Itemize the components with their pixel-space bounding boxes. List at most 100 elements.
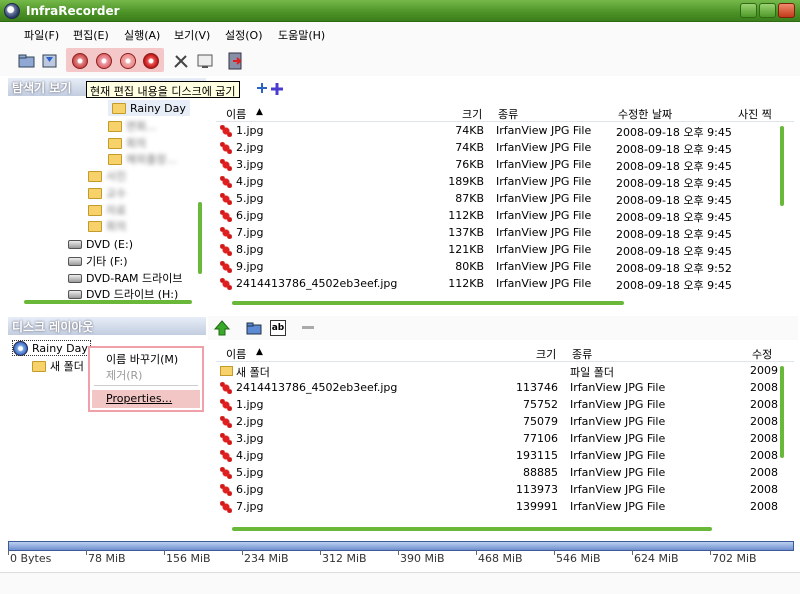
file-type: IrfanView JPG File (570, 449, 666, 462)
layout-list-vertical-scrollbar[interactable] (780, 366, 784, 458)
image-file-icon (220, 209, 234, 222)
layout-list-horizontal-scrollbar[interactable] (232, 527, 712, 531)
context-menu-rename[interactable]: 이름 바꾸기(M) (106, 351, 178, 367)
maximize-button[interactable] (759, 3, 776, 18)
tree-item[interactable]: 해외출장... (108, 151, 177, 167)
file-row[interactable]: 9.jpg 80KB IrfanView JPG File 2008-09-18 오후… (216, 258, 794, 275)
scale-tick (242, 550, 243, 555)
column-type[interactable]: 종류 (498, 106, 518, 122)
context-menu-remove[interactable]: 제거(R) (106, 367, 142, 383)
file-type: 파일 폴더 (570, 366, 614, 379)
file-row[interactable]: 4.jpg 189KB IrfanView JPG File 2008-09-18 오… (216, 173, 794, 190)
file-size: 113973 (516, 483, 558, 496)
drive-icon (68, 273, 82, 283)
layout-file-row[interactable]: 5.jpg 88885 IrfanView JPG File 2008 (216, 464, 794, 481)
erase-disc-icon[interactable] (140, 51, 162, 71)
layout-tree-root-label: Rainy Day (32, 341, 88, 355)
image-file-icon (220, 243, 234, 256)
log-icon[interactable] (194, 51, 216, 71)
add-to-project-icon[interactable] (270, 82, 284, 96)
tree-vertical-scrollbar[interactable] (198, 202, 202, 274)
close-button[interactable] (778, 3, 795, 18)
layout-toolbar: ab (208, 316, 798, 340)
file-row[interactable]: 6.jpg 112KB IrfanView JPG File 2008-09-18 오… (216, 207, 794, 224)
layout-file-row[interactable]: 4.jpg 193115 IrfanView JPG File 2008 (216, 447, 794, 464)
file-row[interactable]: 5.jpg 87KB IrfanView JPG File 2008-09-18 오후… (216, 190, 794, 207)
column-type[interactable]: 종류 (572, 346, 592, 362)
tree-item-label: 면회... (126, 120, 157, 133)
image-file-icon (220, 141, 234, 154)
tools-icon[interactable] (170, 51, 192, 71)
file-row[interactable]: 8.jpg 121KB IrfanView JPG File 2008-09-18 오… (216, 241, 794, 258)
tree-item-label: 회의 (106, 220, 127, 233)
drive-item[interactable]: 기타 (F:) (68, 253, 128, 269)
burn-image-icon[interactable] (69, 51, 91, 71)
drive-item[interactable]: DVD (E:) (68, 236, 133, 252)
menu-file[interactable]: 파일(F) (24, 27, 59, 43)
file-list-horizontal-scrollbar[interactable] (232, 301, 624, 305)
tree-item[interactable]: 자료 (88, 202, 126, 218)
layout-tree-root[interactable]: Rainy Day (12, 340, 91, 356)
file-size: 193115 (516, 449, 558, 462)
minimize-button[interactable] (740, 3, 757, 18)
open-project-icon[interactable] (16, 51, 38, 71)
layout-file-row[interactable]: 6.jpg 113973 IrfanView JPG File 2008 (216, 481, 794, 498)
scale-label: 702 MiB (712, 552, 757, 565)
explorer-nav-icon[interactable] (256, 82, 268, 94)
column-name[interactable]: 이름 (226, 346, 246, 362)
layout-file-row[interactable]: 1.jpg 75752 IrfanView JPG File 2008 (216, 396, 794, 413)
scale-tick (398, 550, 399, 555)
column-size[interactable]: 크기 (462, 106, 482, 122)
column-modified[interactable]: 수정한 날짜 (618, 106, 672, 122)
file-list-vertical-scrollbar[interactable] (780, 126, 784, 206)
folder-icon (88, 170, 102, 182)
file-row[interactable]: 2.jpg 74KB IrfanView JPG File 2008-09-18 오후… (216, 139, 794, 156)
layout-file-row[interactable]: 2.jpg 75079 IrfanView JPG File 2008 (216, 413, 794, 430)
column-modified[interactable]: 수정 (752, 346, 772, 362)
burn-compilation-icon[interactable] (93, 51, 115, 71)
tree-item[interactable]: 면회... (108, 118, 157, 134)
tree-item[interactable]: 사진 (88, 168, 126, 184)
scale-label: 234 MiB (244, 552, 289, 565)
menu-edit[interactable]: 편집(E) (73, 27, 109, 43)
rename-icon[interactable]: ab (270, 320, 286, 336)
save-project-icon[interactable] (39, 51, 61, 71)
drive-item[interactable]: DVD-RAM 드라이브 (68, 270, 182, 286)
file-modified: 2008-09-18 오후 9:45 (616, 126, 732, 139)
tree-horizontal-scrollbar[interactable] (24, 300, 192, 304)
image-file-icon (220, 449, 234, 462)
file-row[interactable]: 7.jpg 137KB IrfanView JPG File 2008-09-18 오… (216, 224, 794, 241)
file-row[interactable]: 3.jpg 76KB IrfanView JPG File 2008-09-18 오후… (216, 156, 794, 173)
menu-settings[interactable]: 설정(O) (225, 27, 262, 43)
file-size: 189KB (448, 175, 484, 188)
layout-file-row[interactable]: 2414413786_4502eb3eef.jpg 113746 IrfanView… (216, 379, 794, 396)
exit-icon[interactable] (224, 51, 246, 71)
layout-tree-child[interactable]: 새 폴더 (32, 358, 84, 374)
layout-file-row[interactable]: 새 폴더 파일 폴더 2009 (216, 362, 794, 379)
remove-icon[interactable] (302, 326, 314, 329)
layout-file-row[interactable]: 3.jpg 77106 IrfanView JPG File 2008 (216, 430, 794, 447)
folder-icon (32, 360, 46, 372)
file-row[interactable]: 1.jpg 74KB IrfanView JPG File 2008-09-18 오후… (216, 122, 794, 139)
menu-actions[interactable]: 실행(A) (124, 27, 160, 43)
column-name[interactable]: 이름 (226, 106, 246, 122)
menu-view[interactable]: 보기(V) (174, 27, 210, 43)
file-name: 7.jpg (236, 500, 264, 513)
tree-item[interactable]: 회의 (88, 218, 126, 234)
tree-item[interactable]: 교수 (88, 185, 126, 201)
copy-disc-icon[interactable] (117, 51, 139, 71)
file-size: 75752 (523, 398, 558, 411)
scale-tick (476, 550, 477, 555)
folder-icon (108, 153, 122, 165)
tree-item[interactable]: 회의 (108, 135, 146, 151)
layout-file-row[interactable]: 7.jpg 139991 IrfanView JPG File 2008 (216, 498, 794, 515)
up-level-icon[interactable] (213, 320, 231, 336)
file-row[interactable]: 2414413786_4502eb3eef.jpg 112KB IrfanView … (216, 275, 794, 292)
tree-item-selected[interactable]: Rainy Day (108, 100, 190, 116)
explorer-file-list: 이름 ▲ 크기 종류 수정한 날짜 사진 찍 1.jpg 74KB IrfanVie… (216, 102, 794, 294)
column-photo-date[interactable]: 사진 찍 (738, 106, 772, 122)
column-size[interactable]: 크기 (536, 346, 556, 362)
context-menu-properties[interactable]: Properties... (106, 392, 172, 405)
menu-help[interactable]: 도움말(H) (278, 27, 325, 43)
new-folder-icon[interactable] (246, 321, 262, 335)
